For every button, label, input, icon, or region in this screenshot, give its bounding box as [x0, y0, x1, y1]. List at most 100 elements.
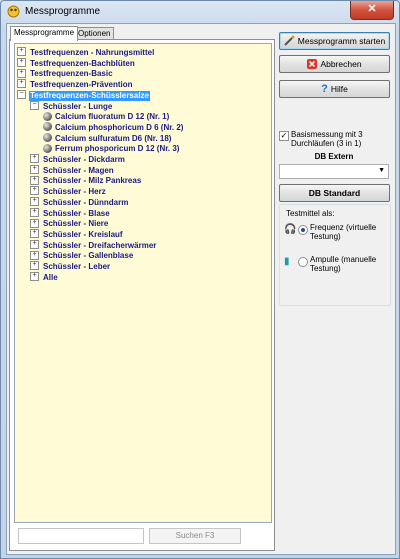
expand-icon[interactable]: + — [17, 68, 26, 78]
title-bar[interactable]: Messprogramme ✕ — [1, 1, 399, 23]
tree-node[interactable]: + Testfrequenzen-Prävention — [17, 79, 134, 90]
chevron-down-icon[interactable]: ▼ — [378, 167, 385, 174]
radio-frequenz[interactable] — [298, 225, 308, 235]
search-button[interactable]: Suchen F3 — [149, 528, 241, 544]
tree-node[interactable]: + Schüssler - Niere — [30, 218, 109, 229]
expand-icon[interactable]: + — [30, 272, 39, 282]
app-icon — [7, 5, 20, 18]
basis-checkbox-row[interactable]: ✓ Basismessung mit 3 Durchläufen (3 in 1… — [279, 130, 391, 152]
wand-icon — [284, 35, 295, 46]
tree-node[interactable]: + Schüssler - Leber — [30, 261, 111, 272]
expand-icon[interactable]: + — [30, 218, 39, 228]
tree-item-label: Schüssler - Blase — [43, 208, 110, 218]
db-extern-label: DB Extern — [314, 152, 354, 161]
tree-node[interactable]: + Schüssler - Gallenblase — [30, 250, 134, 261]
tree-item-label: Calcium fluoratum D 12 (Nr. 1) — [55, 112, 170, 122]
client-area: Messprogramme Optionen + Testfrequenzen -… — [6, 23, 396, 555]
tree-item-label: Ferrum phosporicum D 12 (Nr. 3) — [55, 144, 180, 154]
tree-item-label: Schüssler - Niere — [43, 219, 109, 229]
expand-icon[interactable]: + — [17, 58, 26, 68]
tree-item-label: Schüssler - Dünndarm — [43, 197, 129, 207]
tree-item-label: Calcium phosphoricum D 6 (Nr. 2) — [55, 122, 184, 132]
expand-icon[interactable]: + — [30, 207, 39, 217]
tree-item-label: Schüssler - Lunge — [43, 101, 113, 111]
basis-checkbox[interactable]: ✓ — [279, 131, 289, 141]
headphones-icon: 🎧 — [284, 224, 297, 235]
expand-icon[interactable]: + — [30, 175, 39, 185]
salt-icon — [43, 122, 52, 132]
expand-icon[interactable]: + — [30, 229, 39, 239]
tree-node[interactable]: − Testfrequenzen-Schüsslersalze — [17, 90, 151, 101]
close-button[interactable]: ✕ — [350, 1, 394, 20]
tree-node[interactable]: + Testfrequenzen-Bachblüten — [17, 58, 136, 69]
tree-leaf-item[interactable]: Ferrum phosporicum D 12 (Nr. 3) — [43, 143, 180, 154]
cancel-icon — [307, 58, 318, 69]
tree-item-label: Schüssler - Magen — [43, 165, 114, 175]
tree-item-label: Schüssler - Gallenblase — [43, 251, 134, 261]
tree-leaf-item[interactable]: Calcium phosphoricum D 6 (Nr. 2) — [43, 122, 184, 133]
tree-node[interactable]: + Testfrequenzen-Basic — [17, 68, 114, 79]
tree-item-label: Testfrequenzen-Basic — [30, 69, 113, 79]
option-frequenz-label: Frequenz (virtuelle Testung) — [310, 223, 377, 241]
search-input[interactable] — [18, 528, 144, 544]
tab-messprogramme[interactable]: Messprogramme — [10, 26, 79, 41]
tree-item-label: Schüssler - Herz — [43, 187, 106, 197]
tree-leaf-item[interactable]: Calcium sulfuratum D6 (Nr. 18) — [43, 132, 172, 144]
tree-item-label: Schüssler - Kreislauf — [43, 229, 123, 239]
help-button[interactable]: ? Hilfe — [279, 80, 390, 98]
tree-node[interactable]: + Schüssler - Blase — [30, 207, 111, 219]
tree-node[interactable]: + Schüssler - Milz Pankreas — [30, 175, 142, 186]
tab-panel: + Testfrequenzen - Nahrungsmittel + Testfre… — [9, 39, 275, 551]
option-ampulle-label: Ampulle (manuelle Testung) — [310, 255, 377, 273]
testmittel-title: Testmittel als: — [286, 209, 335, 218]
tree-leaf-item[interactable]: Calcium fluoratum D 12 (Nr. 1) — [43, 111, 170, 122]
tree-node[interactable]: − Schüssler - Lunge — [30, 100, 113, 112]
expand-icon[interactable]: + — [30, 165, 39, 175]
expand-icon[interactable]: + — [30, 154, 39, 164]
cancel-button[interactable]: Abbrechen — [279, 55, 390, 73]
expand-icon[interactable]: + — [30, 186, 39, 196]
tree-item-label: Alle — [43, 272, 58, 282]
tree-node[interactable]: + Schüssler - Dünndarm — [30, 197, 129, 208]
main-window: Messprogramme ✕ Messprogramme Optionen +… — [0, 0, 400, 559]
expand-icon[interactable]: + — [30, 261, 39, 271]
start-button[interactable]: Messprogramm starten — [279, 32, 390, 50]
testmittel-group: Testmittel als: 🎧 Frequenz (virtuelle Te… — [279, 204, 391, 306]
expand-icon[interactable]: + — [30, 197, 39, 207]
tree-item-label: Testfrequenzen-Prävention — [30, 80, 133, 90]
radio-ampulle[interactable] — [298, 257, 308, 267]
tree-node[interactable]: + Schüssler - Herz — [30, 186, 107, 197]
tree-item-label: Schüssler - Dickdarm — [43, 155, 125, 164]
tree-node[interactable]: + Testfrequenzen - Nahrungsmittel — [17, 47, 155, 58]
collapse-icon[interactable]: − — [30, 100, 39, 110]
tree-item-label: Schüssler - Leber — [43, 262, 111, 271]
window-title: Messprogramme — [25, 6, 101, 17]
tree-item-label: Testfrequenzen - Nahrungsmittel — [30, 48, 155, 57]
tree-node[interactable]: + Schüssler - Dickdarm — [30, 154, 126, 165]
expand-icon[interactable]: + — [30, 239, 39, 249]
tree-node[interactable]: + Schüssler - Kreislauf — [30, 229, 124, 240]
tree-item-label: Schüssler - Dreifacherwärmer — [43, 240, 157, 250]
salt-icon — [43, 132, 52, 142]
tree-node[interactable]: + Alle — [30, 272, 59, 283]
tree-item-label: Testfrequenzen-Schüsslersalze — [29, 90, 151, 101]
tree-item-label: Testfrequenzen-Bachblüten — [30, 58, 135, 68]
start-button-label: Messprogramm starten — [297, 36, 386, 46]
db-extern-select[interactable]: ▼ — [279, 164, 389, 179]
expand-icon[interactable]: + — [17, 79, 26, 89]
cancel-button-label: Abbrechen — [320, 59, 362, 69]
salt-icon — [43, 111, 52, 121]
tree-item-label: Schüssler - Milz Pankreas — [43, 176, 142, 186]
ampoule-icon: ▮ — [284, 256, 290, 267]
collapse-icon[interactable]: − — [17, 90, 26, 100]
help-icon: ? — [321, 82, 328, 95]
expand-icon[interactable]: + — [30, 250, 39, 260]
tree-node[interactable]: + Schüssler - Magen — [30, 165, 115, 176]
salt-icon — [43, 143, 52, 153]
db-standard-button[interactable]: DB Standard — [279, 184, 390, 202]
expand-icon[interactable]: + — [17, 47, 26, 57]
tree-item-label: Calcium sulfuratum D6 (Nr. 18) — [55, 133, 172, 143]
help-button-label: Hilfe — [330, 84, 348, 94]
tree-node[interactable]: + Schüssler - Dreifacherwärmer — [30, 239, 157, 251]
program-tree[interactable]: + Testfrequenzen - Nahrungsmittel + Testfre… — [14, 43, 272, 523]
